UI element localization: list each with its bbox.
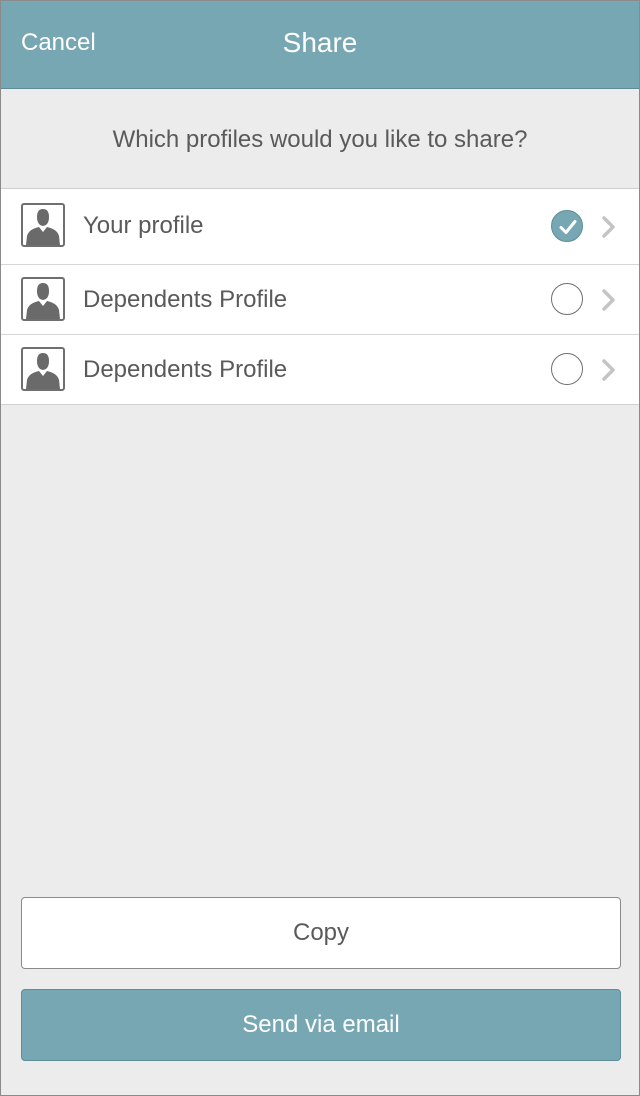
person-silhouette-icon [21,277,65,321]
profile-list: Your profile Dependents Profile Dependen… [1,188,639,405]
send-via-email-button[interactable]: Send via email [21,989,621,1061]
selected-checkmark-icon[interactable] [551,210,583,242]
profile-label: Dependents Profile [83,356,288,383]
chevron-right-icon[interactable] [601,359,617,381]
share-prompt: Which profiles would you like to share? [112,126,528,153]
person-silhouette-icon [21,347,65,391]
unselected-circle-icon[interactable] [551,353,583,385]
copy-button[interactable]: Copy [21,897,621,969]
page-title: Share [282,27,358,58]
unselected-circle-icon[interactable] [551,283,583,315]
profile-row-dependents-1[interactable]: Dependents Profile [1,264,639,334]
person-silhouette-icon [21,203,65,247]
profile-row-your-profile[interactable]: Your profile [1,189,639,264]
profile-row-dependents-2[interactable]: Dependents Profile [1,334,639,404]
chevron-right-icon[interactable] [601,289,617,311]
profile-label: Dependents Profile [83,286,288,313]
navigation-bar: Cancel Share [1,1,639,89]
share-screen: Cancel Share Which profiles would you li… [0,0,640,1096]
chevron-right-icon[interactable] [601,216,617,238]
profile-label: Your profile [83,212,204,239]
